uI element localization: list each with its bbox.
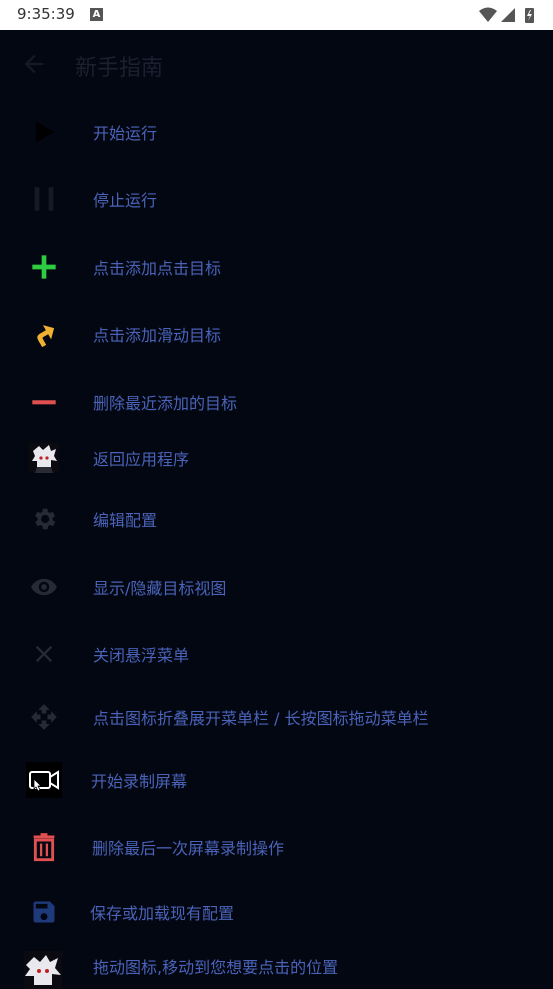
guide-item-save-load: 保存或加载现有配置	[0, 887, 553, 937]
pause-icon	[26, 181, 62, 217]
guide-item-label: 关闭悬浮菜单	[93, 646, 190, 665]
swipe-arrow-icon	[26, 316, 62, 352]
guide-item-edit-config: 编辑配置	[0, 494, 553, 544]
guide-item-label: 删除最后一次屏幕录制操作	[92, 839, 285, 858]
app-avatar-icon	[26, 440, 62, 476]
eye-icon	[26, 569, 62, 605]
app-bar: 新手指南	[0, 30, 553, 100]
guide-item-add-click: 点击添加点击目标	[0, 242, 553, 292]
notification-icon: A	[90, 8, 103, 21]
status-time: 9:35:39	[17, 5, 75, 23]
guide-item-label: 返回应用程序	[93, 450, 190, 469]
screen-record-icon	[26, 762, 62, 798]
back-arrow-icon[interactable]	[20, 50, 48, 78]
guide-item-label: 点击图标折叠展开菜单栏 / 长按图标拖动菜单栏	[93, 709, 429, 728]
guide-item-label: 保存或加载现有配置	[90, 904, 235, 923]
play-icon	[26, 114, 62, 150]
guide-item-start-recording: 开始录制屏幕	[0, 755, 553, 805]
guide-item-label: 拖动图标,移动到您想要点击的位置	[93, 958, 339, 977]
save-icon	[26, 894, 62, 930]
guide-item-add-swipe: 点击添加滑动目标	[0, 309, 553, 359]
guide-item-delete-recent: 删除最近添加的目标	[0, 377, 553, 427]
status-icons	[479, 7, 534, 23]
guide-item-delete-recording: 删除最后一次屏幕录制操作	[0, 822, 553, 872]
guide-item-toggle-view: 显示/隐藏目标视图	[0, 562, 553, 612]
trash-icon	[26, 829, 62, 865]
guide-item-label: 停止运行	[93, 191, 158, 210]
guide-item-label: 显示/隐藏目标视图	[93, 579, 227, 598]
guide-item-label: 开始运行	[93, 124, 158, 143]
guide-item-drag-target: 拖动图标,移动到您想要点击的位置	[0, 946, 553, 989]
guide-item-stop: 停止运行	[0, 174, 553, 224]
guide-item-label: 点击添加滑动目标	[93, 326, 222, 345]
guide-item-return-app: 返回应用程序	[0, 433, 553, 483]
guide-item-move-menu: 点击图标折叠展开菜单栏 / 长按图标拖动菜单栏	[0, 692, 553, 742]
wifi-icon	[479, 7, 497, 22]
guide-item-label: 删除最近添加的目标	[93, 394, 238, 413]
page-title: 新手指南	[75, 56, 164, 81]
close-icon	[26, 636, 62, 672]
plus-icon	[26, 249, 62, 285]
signal-icon	[501, 8, 515, 22]
move-icon	[26, 699, 62, 735]
guide-item-start: 开始运行	[0, 107, 553, 157]
minus-icon	[26, 384, 62, 420]
guide-item-label: 编辑配置	[93, 511, 158, 530]
guide-item-label: 点击添加点击目标	[93, 259, 222, 278]
guide-item-label: 开始录制屏幕	[91, 772, 188, 791]
drag-avatar-icon	[24, 951, 62, 989]
gear-icon	[26, 501, 62, 537]
status-bar: 9:35:39 A	[0, 0, 553, 30]
guide-item-close-menu: 关闭悬浮菜单	[0, 629, 553, 679]
